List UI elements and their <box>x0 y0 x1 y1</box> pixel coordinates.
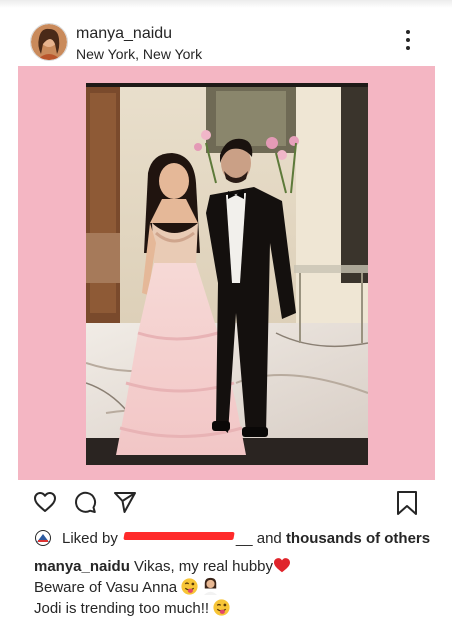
share-icon[interactable] <box>113 490 137 514</box>
post-photo <box>86 83 368 465</box>
winking-face-emoji <box>213 599 230 616</box>
red-heart-emoji <box>274 558 291 573</box>
liked-by-line: Liked by __ and thousands of others <box>34 530 430 550</box>
caption-line-1: manya_naidu Vikas, my real hubby <box>34 556 434 577</box>
status-bar-edge <box>0 0 452 8</box>
caption-text-2: Beware of Vasu Anna <box>34 579 178 596</box>
liked-by-prefix: Liked by <box>62 530 118 547</box>
liked-by-user[interactable]: __ <box>236 530 253 547</box>
post-location[interactable]: New York, New York <box>76 46 202 62</box>
winking-tongue-emoji <box>181 578 198 595</box>
more-options-icon[interactable] <box>398 30 418 56</box>
woman-shrugging-emoji <box>204 577 218 595</box>
caption-line-2: Beware of Vasu Anna <box>34 577 434 598</box>
comment-icon[interactable] <box>73 490 97 514</box>
liked-by-avatar-icon[interactable] <box>34 530 52 546</box>
post-media[interactable] <box>18 66 435 480</box>
like-heart-icon[interactable] <box>33 490 57 514</box>
liked-by-others[interactable]: thousands of others <box>286 530 430 547</box>
post-header: manya_naidu New York, New York <box>0 8 452 66</box>
caption-username[interactable]: manya_naidu <box>34 558 130 575</box>
post-username[interactable]: manya_naidu <box>76 25 172 43</box>
redacted-username <box>123 532 235 540</box>
save-bookmark-icon[interactable] <box>396 490 418 516</box>
caption-line-3: Jodi is trending too much!! <box>34 598 434 619</box>
post-actions <box>0 490 452 520</box>
caption-text-1: Vikas, my real hubby <box>134 558 274 575</box>
post-caption: manya_naidu Vikas, my real hubby Beware … <box>34 556 434 619</box>
liked-by-connector: and <box>256 530 282 547</box>
avatar[interactable] <box>30 23 68 61</box>
caption-text-3: Jodi is trending too much!! <box>34 600 210 617</box>
